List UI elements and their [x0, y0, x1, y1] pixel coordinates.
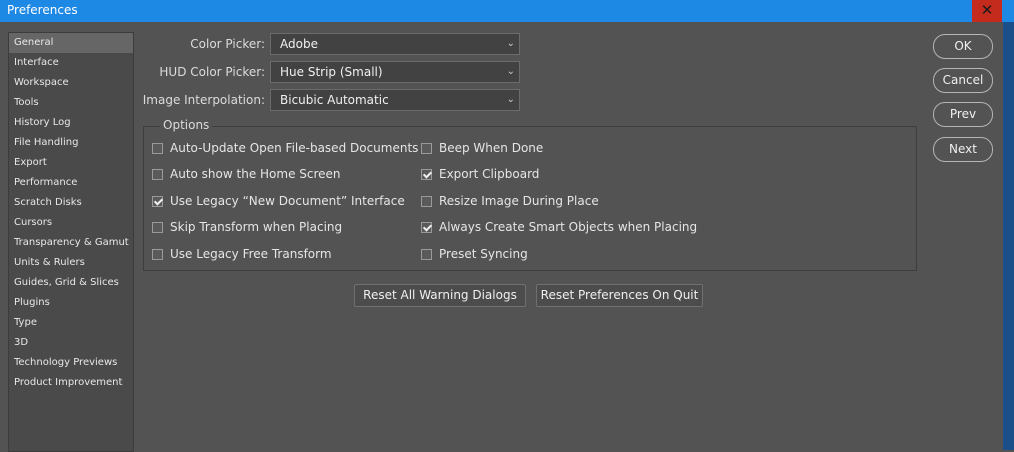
options-legend: Options — [160, 118, 213, 132]
hud-color-picker-select[interactable]: Hue Strip (Small) ⌄ — [270, 61, 520, 83]
beep-when-done-checkbox[interactable] — [421, 143, 432, 154]
sidebar-item-file-handling[interactable]: File Handling — [9, 133, 133, 153]
hud-color-picker-value: Hue Strip (Small) — [280, 65, 383, 79]
sidebar-item-product-improvement[interactable]: Product Improvement — [9, 373, 133, 393]
sidebar-item-performance[interactable]: Performance — [9, 173, 133, 193]
sidebar-item-technology-previews[interactable]: Technology Previews — [9, 353, 133, 373]
reset-warning-dialogs-button[interactable]: Reset All Warning Dialogs — [354, 284, 526, 307]
legacy-new-document-checkbox[interactable] — [152, 196, 163, 207]
title-bar: Preferences ✕ — [0, 0, 1014, 22]
auto-show-home-label: Auto show the Home Screen — [170, 167, 341, 181]
sidebar-item-export[interactable]: Export — [9, 153, 133, 173]
sidebar-item-3d[interactable]: 3D — [9, 333, 133, 353]
skip-transform-checkbox[interactable] — [152, 222, 163, 233]
preset-syncing-checkbox[interactable] — [421, 249, 432, 260]
color-picker-value: Adobe — [280, 37, 318, 51]
auto-show-home-checkbox[interactable] — [152, 169, 163, 180]
window-title: Preferences — [7, 3, 78, 17]
image-interpolation-label: Image Interpolation: — [142, 93, 265, 107]
legacy-free-transform-checkbox[interactable] — [152, 249, 163, 260]
skip-transform-label: Skip Transform when Placing — [170, 220, 343, 234]
cancel-button[interactable]: Cancel — [933, 68, 993, 93]
close-icon: ✕ — [980, 1, 994, 19]
sidebar-item-workspace[interactable]: Workspace — [9, 73, 133, 93]
resize-image-place-checkbox[interactable] — [421, 196, 432, 207]
image-interpolation-select[interactable]: Bicubic Automatic ⌄ — [270, 89, 520, 111]
legacy-new-document-label: Use Legacy “New Document” Interface — [170, 194, 405, 208]
chevron-down-icon: ⌄ — [506, 38, 515, 49]
preset-syncing-label: Preset Syncing — [439, 247, 528, 261]
resize-image-place-label: Resize Image During Place — [439, 194, 599, 208]
preferences-dialog: Preferences ✕ General Interface Workspac… — [0, 0, 1014, 452]
export-clipboard-checkbox[interactable] — [421, 169, 432, 180]
auto-update-documents-checkbox[interactable] — [152, 143, 163, 154]
sidebar-item-history-log[interactable]: History Log — [9, 113, 133, 133]
sidebar-item-units-rulers[interactable]: Units & Rulers — [9, 253, 133, 273]
category-sidebar: General Interface Workspace Tools Histor… — [8, 32, 134, 452]
chevron-down-icon: ⌄ — [506, 94, 515, 105]
sidebar-item-cursors[interactable]: Cursors — [9, 213, 133, 233]
color-picker-label: Color Picker: — [190, 37, 265, 51]
next-button[interactable]: Next — [933, 137, 993, 162]
sidebar-item-general[interactable]: General — [9, 33, 133, 53]
sidebar-item-plugins[interactable]: Plugins — [9, 293, 133, 313]
sidebar-item-transparency-gamut[interactable]: Transparency & Gamut — [9, 233, 133, 253]
prev-button[interactable]: Prev — [933, 102, 993, 127]
ok-button[interactable]: OK — [933, 34, 993, 59]
smart-objects-placing-checkbox[interactable] — [421, 222, 432, 233]
beep-when-done-label: Beep When Done — [439, 141, 544, 155]
export-clipboard-label: Export Clipboard — [439, 167, 540, 181]
auto-update-documents-label: Auto-Update Open File-based Documents — [170, 141, 419, 155]
sidebar-item-interface[interactable]: Interface — [9, 53, 133, 73]
sidebar-item-tools[interactable]: Tools — [9, 93, 133, 113]
sidebar-item-guides-grid-slices[interactable]: Guides, Grid & Slices — [9, 273, 133, 293]
close-button[interactable]: ✕ — [972, 0, 1002, 22]
color-picker-select[interactable]: Adobe ⌄ — [270, 33, 520, 55]
sidebar-item-type[interactable]: Type — [9, 313, 133, 333]
window-edge — [1003, 22, 1014, 450]
legacy-free-transform-label: Use Legacy Free Transform — [170, 247, 332, 261]
chevron-down-icon: ⌄ — [506, 66, 515, 77]
reset-preferences-button[interactable]: Reset Preferences On Quit — [536, 284, 703, 307]
image-interpolation-value: Bicubic Automatic — [280, 93, 389, 107]
hud-color-picker-label: HUD Color Picker: — [159, 65, 265, 79]
sidebar-item-scratch-disks[interactable]: Scratch Disks — [9, 193, 133, 213]
smart-objects-placing-label: Always Create Smart Objects when Placing — [439, 220, 698, 234]
